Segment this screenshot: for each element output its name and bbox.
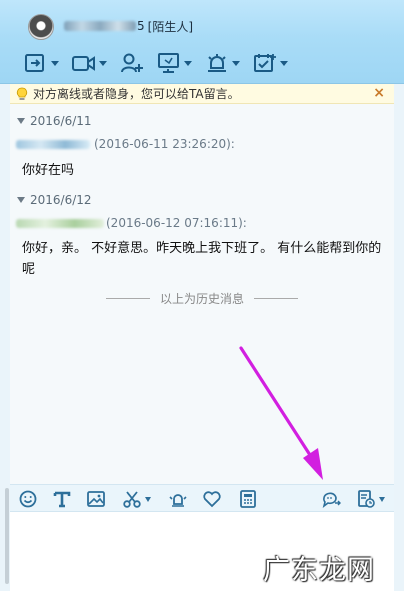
- date-separator[interactable]: 2016/6/11: [17, 114, 92, 128]
- close-icon[interactable]: ×: [373, 85, 385, 101]
- calculator-button[interactable]: [238, 489, 258, 509]
- watermark-text: 广东龙网: [263, 555, 375, 586]
- voice-message-button[interactable]: [321, 489, 341, 509]
- history-divider: 以上为历史消息: [10, 290, 394, 307]
- shake-button[interactable]: [168, 489, 188, 509]
- redacted-sender: [16, 218, 104, 228]
- redacted-sender: [16, 139, 90, 149]
- share-screen-button[interactable]: [24, 52, 59, 74]
- title-bar: 5 [陌生人]: [0, 0, 404, 84]
- chevron-down-icon: [99, 60, 107, 66]
- shake-icon: [169, 494, 187, 507]
- input-scrollbar[interactable]: [5, 488, 9, 584]
- date-label: 2016/6/11: [30, 114, 92, 128]
- chevron-down-icon: [184, 60, 192, 66]
- contact-name[interactable]: 5 [陌生人]: [64, 18, 193, 34]
- font-button[interactable]: [52, 489, 72, 509]
- message-text: 你好在吗: [22, 163, 75, 178]
- stranger-tag: [陌生人]: [147, 19, 194, 34]
- redacted-name: [64, 21, 136, 31]
- screenshot-button[interactable]: [122, 489, 151, 509]
- chat-history[interactable]: 2016/6/11 (2016-06-11 23:26:20): 你好在吗 20…: [10, 104, 394, 484]
- font-icon: [53, 491, 71, 508]
- message-header: (2016-06-11 23:26:20):: [16, 137, 235, 151]
- divider-line: [105, 298, 150, 299]
- date-separator[interactable]: 2016/6/12: [17, 193, 92, 207]
- offline-notice: 对方离线或者隐身，您可以给TA留言。 ×: [10, 84, 394, 104]
- notice-text: 对方离线或者隐身，您可以给TA留言。: [33, 87, 240, 101]
- schedule-icon: [254, 54, 276, 72]
- chevron-down-icon: [232, 60, 240, 66]
- chevron-down-icon: [379, 496, 385, 502]
- share-screen-icon: [25, 54, 44, 72]
- remote-desktop-button[interactable]: [157, 52, 192, 74]
- image-icon: [87, 491, 105, 507]
- heart-icon: [203, 491, 221, 508]
- add-friend-icon: [121, 53, 143, 73]
- schedule-button[interactable]: [253, 52, 288, 74]
- chevron-down-icon: [280, 60, 288, 66]
- collapse-triangle-icon: [17, 118, 25, 124]
- message-history-button[interactable]: [356, 489, 385, 509]
- contact-name-suffix: 5: [137, 19, 145, 33]
- message-header: (2016-06-12 07:16:11):: [16, 216, 247, 230]
- history-label: 以上为历史消息: [159, 292, 244, 306]
- lightbulb-icon: [16, 87, 28, 100]
- history-icon: [358, 490, 375, 508]
- emoji-button[interactable]: [18, 489, 38, 509]
- collapse-triangle-icon: [17, 197, 25, 203]
- date-label: 2016/6/12: [30, 193, 92, 207]
- heart-button[interactable]: [202, 489, 222, 509]
- divider-line: [254, 298, 298, 299]
- voice-message-icon: [322, 492, 341, 508]
- chevron-down-icon: [145, 496, 151, 502]
- emoji-icon: [19, 490, 37, 508]
- image-button[interactable]: [86, 489, 106, 509]
- video-call-button[interactable]: [72, 52, 107, 74]
- window-right-edge: [394, 84, 404, 591]
- message-text: 你好，亲。 不好意思。昨天晚上我下班了。 有什么能帮到你的呢: [22, 241, 382, 277]
- alert-icon: [208, 54, 226, 72]
- add-friend-button[interactable]: [120, 52, 144, 74]
- chevron-down-icon: [51, 60, 59, 66]
- calculator-icon: [240, 490, 256, 508]
- avatar[interactable]: [28, 14, 54, 40]
- alert-button[interactable]: [205, 52, 240, 74]
- input-toolbar: [10, 484, 394, 512]
- scissors-icon: [123, 491, 141, 508]
- video-call-icon: [72, 56, 95, 71]
- message-timestamp: (2016-06-12 07:16:11):: [106, 216, 247, 230]
- remote-desktop-icon: [158, 53, 179, 73]
- message-timestamp: (2016-06-11 23:26:20):: [94, 137, 235, 151]
- chat-toolbar: [24, 50, 301, 76]
